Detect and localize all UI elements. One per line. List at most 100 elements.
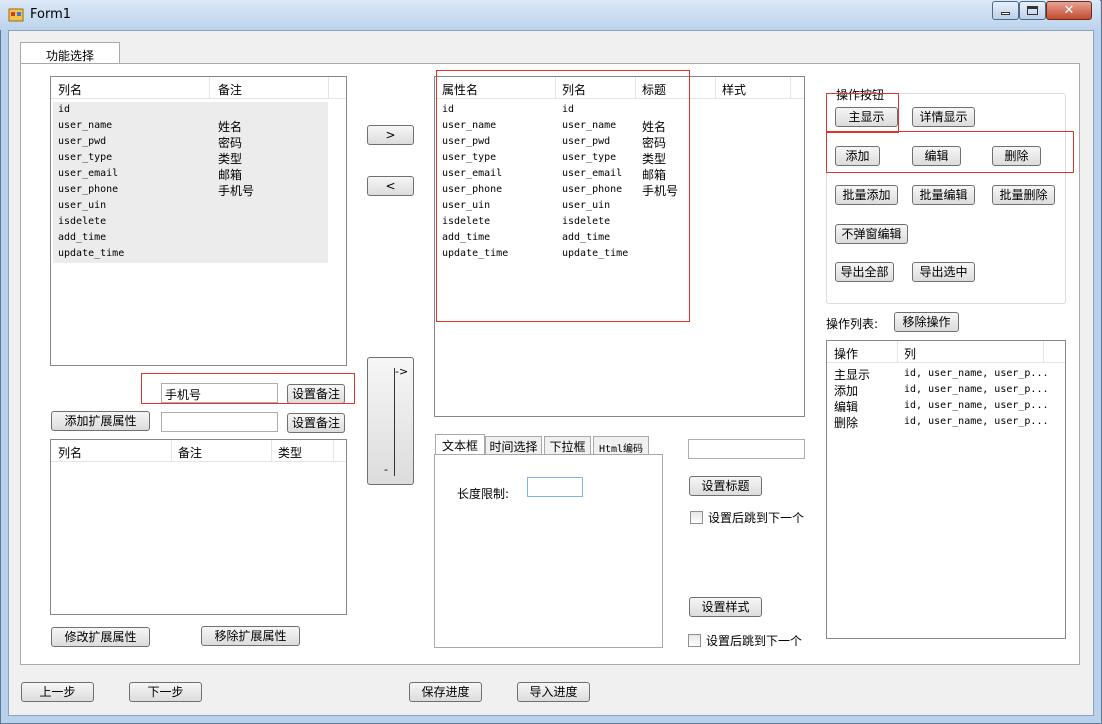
set-style-button[interactable]: 设置样式 xyxy=(689,597,762,617)
batch-add-button[interactable]: 批量添加 xyxy=(835,185,898,205)
close-button[interactable]: ✕ xyxy=(1046,1,1092,20)
maximize-icon xyxy=(1027,6,1038,15)
slider-track xyxy=(394,368,395,476)
property-list-cell: user_pwd xyxy=(562,136,611,147)
operation-list-cell: 删除 xyxy=(834,416,859,430)
property-list-row[interactable]: user_phone user_phone 手机号 xyxy=(435,182,804,198)
column-list-cell: 姓名 xyxy=(218,120,243,134)
ext-header-remark: 备注 xyxy=(178,446,203,460)
property-list-row[interactable]: user_type user_type 类型 xyxy=(435,150,804,166)
save-progress-button[interactable]: 保存进度 xyxy=(409,682,482,702)
maximize-button[interactable] xyxy=(1019,1,1046,20)
remove-extension-button[interactable]: 移除扩展属性 xyxy=(201,626,300,646)
prev-step-button[interactable]: 上一步 xyxy=(21,682,94,702)
export-selected-button[interactable]: 导出选中 xyxy=(912,262,975,282)
set-title-button[interactable]: 设置标题 xyxy=(689,476,762,496)
order-slider[interactable]: -> - xyxy=(367,357,414,485)
property-list-row[interactable]: user_uin user_uin xyxy=(435,198,804,214)
add-button[interactable]: 添加 xyxy=(835,146,880,166)
property-list-cell: 类型 xyxy=(642,152,667,166)
edit-button[interactable]: 编辑 xyxy=(912,146,961,166)
operation-list-cell: 添加 xyxy=(834,384,859,398)
main-display-button[interactable]: 主显示 xyxy=(835,107,898,127)
set-remark-button[interactable]: 设置备注 xyxy=(287,384,345,404)
column-list-row[interactable]: user_type 类型 xyxy=(51,150,346,166)
operation-list-cell: id, user_name, user_p... xyxy=(904,400,1049,411)
operation-list-row[interactable]: 编辑 id, user_name, user_p... xyxy=(827,398,1065,414)
length-limit-input[interactable] xyxy=(527,477,583,497)
property-list[interactable]: 属性名 列名 标题 样式 id id user_name user_name 姓名use… xyxy=(434,76,805,417)
column-list-cell: id xyxy=(58,104,71,115)
property-list-row[interactable]: update_time update_time xyxy=(435,246,804,262)
title-input[interactable] xyxy=(688,439,805,459)
batch-delete-button[interactable]: 批量删除 xyxy=(992,185,1055,205)
property-list-cell: add_time xyxy=(442,232,491,243)
close-icon: ✕ xyxy=(1063,3,1075,18)
operation-list-cell: id, user_name, user_p... xyxy=(904,416,1049,427)
slider-bottom-glyph: - xyxy=(384,463,388,476)
op-button-group-label: 操作按钮 xyxy=(834,86,887,103)
column-list-row[interactable]: user_name 姓名 xyxy=(51,118,346,134)
tab-textbox[interactable]: 文本框 xyxy=(435,434,485,455)
remove-operation-button[interactable]: 移除操作 xyxy=(894,312,959,332)
next-step-button[interactable]: 下一步 xyxy=(129,682,202,702)
move-left-button[interactable]: < xyxy=(367,176,414,196)
column-list-row[interactable]: user_uin xyxy=(51,198,346,214)
extension-input[interactable] xyxy=(161,412,278,432)
ext-header-type: 类型 xyxy=(278,446,303,460)
column-list-row[interactable]: add_time xyxy=(51,230,346,246)
operation-list-row[interactable]: 主显示 id, user_name, user_p... xyxy=(827,366,1065,382)
property-list-row[interactable]: user_email user_email 邮箱 xyxy=(435,166,804,182)
remark-input[interactable]: 手机号 xyxy=(161,383,278,403)
property-list-row[interactable]: user_name user_name 姓名 xyxy=(435,118,804,134)
minimize-button[interactable] xyxy=(992,1,1019,20)
property-list-cell: 邮箱 xyxy=(642,168,667,182)
batch-edit-button[interactable]: 批量编辑 xyxy=(912,185,975,205)
tab-date-picker[interactable]: 时间选择 xyxy=(485,436,542,455)
tab-function-select[interactable]: 功能选择 xyxy=(20,42,120,64)
column-list-row[interactable]: id xyxy=(51,102,346,118)
tab-html-encode[interactable]: Html编码 xyxy=(593,436,649,455)
property-list-row[interactable]: user_pwd user_pwd 密码 xyxy=(435,134,804,150)
add-extension-button[interactable]: 添加扩展属性 xyxy=(51,411,150,431)
tab-dropdown[interactable]: 下拉框 xyxy=(544,436,591,455)
operation-list-row[interactable]: 删除 id, user_name, user_p... xyxy=(827,414,1065,430)
column-list-row[interactable]: isdelete xyxy=(51,214,346,230)
property-list-cell: user_type xyxy=(562,152,617,163)
column-list-row[interactable]: user_phone 手机号 xyxy=(51,182,346,198)
extension-list[interactable]: 列名 备注 类型 xyxy=(50,439,347,615)
operation-list[interactable]: 操作 列 主显示 id, user_name, user_p... 添加 id, us… xyxy=(826,340,1066,639)
column-list-cell: user_uin xyxy=(58,200,107,211)
column-list-cell: 密码 xyxy=(218,136,243,150)
modify-extension-button[interactable]: 修改扩展属性 xyxy=(51,627,150,647)
no-popup-edit-button[interactable]: 不弹窗编辑 xyxy=(835,224,908,244)
set-remark-button-2[interactable]: 设置备注 xyxy=(287,413,345,433)
prop-header-col: 列名 xyxy=(562,83,587,97)
operation-list-cell: 编辑 xyxy=(834,400,859,414)
delete-button[interactable]: 删除 xyxy=(992,146,1041,166)
length-limit-label: 长度限制: xyxy=(457,487,510,501)
column-list-row[interactable]: update_time xyxy=(51,246,346,262)
export-all-button[interactable]: 导出全部 xyxy=(835,262,894,282)
property-list-cell: add_time xyxy=(562,232,611,243)
property-list-cell: 密码 xyxy=(642,136,667,150)
column-list-row[interactable]: user_pwd 密码 xyxy=(51,134,346,150)
operation-list-cell: id, user_name, user_p... xyxy=(904,368,1049,379)
detail-display-button[interactable]: 详情显示 xyxy=(912,107,975,127)
jump-next-checkbox-1[interactable] xyxy=(690,511,703,524)
operation-list-row[interactable]: 添加 id, user_name, user_p... xyxy=(827,382,1065,398)
property-list-row[interactable]: add_time add_time xyxy=(435,230,804,246)
property-list-cell: user_type xyxy=(442,152,497,163)
jump-next-checkbox-2[interactable] xyxy=(688,634,701,647)
property-list-header: 属性名 列名 标题 样式 xyxy=(435,77,804,99)
column-list[interactable]: 列名 备注 id user_name 姓名 user_pwd 密码 user_type 类型… xyxy=(50,76,347,366)
property-list-cell: update_time xyxy=(562,248,629,259)
property-list-row[interactable]: id id xyxy=(435,102,804,118)
column-list-row[interactable]: user_email 邮箱 xyxy=(51,166,346,182)
prop-header-attr: 属性名 xyxy=(442,83,479,97)
import-progress-button[interactable]: 导入进度 xyxy=(517,682,590,702)
operation-list-header: 操作 列 xyxy=(827,341,1065,363)
move-right-button[interactable]: > xyxy=(367,125,414,145)
property-list-row[interactable]: isdelete isdelete xyxy=(435,214,804,230)
property-list-cell: user_email xyxy=(442,168,503,179)
